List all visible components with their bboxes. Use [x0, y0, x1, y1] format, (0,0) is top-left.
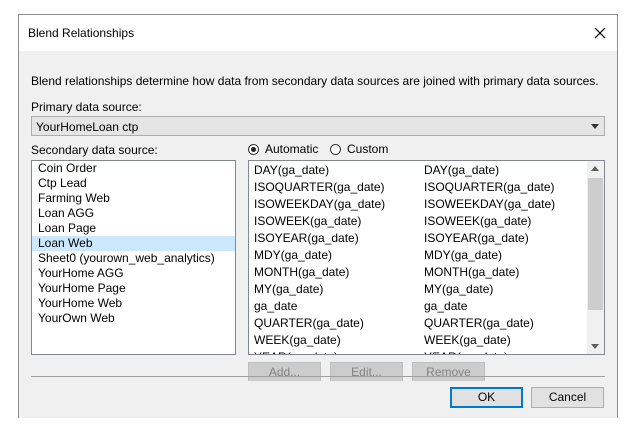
secondary-field: ISOYEAR(ga_date): [424, 231, 529, 245]
close-icon: [594, 27, 606, 39]
ok-button[interactable]: OK: [450, 387, 523, 408]
field-mapping-row[interactable]: DAY(ga_date) DAY(ga_date): [249, 162, 588, 179]
list-item[interactable]: Ctp Lead: [32, 176, 235, 191]
secondary-source-list[interactable]: Coin Order Ctp Lead Farming Web Loan AGG Loa…: [31, 160, 236, 355]
automatic-radio[interactable]: Automatic: [248, 142, 318, 156]
secondary-field: DAY(ga_date): [424, 163, 500, 177]
cancel-button[interactable]: Cancel: [531, 387, 604, 408]
secondary-field: MY(ga_date): [424, 282, 494, 296]
dialog-body: Blend relationships determine how data f…: [19, 51, 617, 383]
secondary-field: ga_date: [424, 299, 468, 313]
secondary-field: ISOWEEKDAY(ga_date): [424, 197, 556, 211]
secondary-field: ISOQUARTER(ga_date): [424, 180, 555, 194]
field-mapping-list[interactable]: YEAR(ga_date)YEAR(ga_date)WEEK(ga_date)W…: [248, 160, 605, 355]
automatic-radio-label: Automatic: [265, 142, 319, 156]
field-mapping-row[interactable]: WEEK(ga_date) WEEK(ga_date): [249, 332, 588, 349]
secondary-field: WEEK(ga_date): [424, 333, 511, 347]
list-item[interactable]: Farming Web: [32, 191, 235, 206]
chevron-down-icon: [591, 124, 599, 129]
separator: [31, 376, 605, 377]
description-text: Blend relationships determine how data f…: [31, 74, 599, 88]
primary-source-value: YourHomeLoan ctp: [36, 120, 139, 134]
list-item[interactable]: YourOwn Web: [32, 311, 235, 326]
primary-field: YEAR(ga_date): [254, 349, 338, 354]
close-button[interactable]: [589, 22, 611, 44]
scroll-down-icon[interactable]: [591, 344, 599, 349]
edit-button[interactable]: Edit...: [330, 362, 403, 383]
dialog-title: Blend Relationships: [28, 26, 135, 40]
field-mapping-row[interactable]: ISOWEEKDAY(ga_date) ISOWEEKDAY(ga_date): [249, 196, 588, 213]
primary-field: MDY(ga_date): [254, 248, 333, 262]
field-mapping-row[interactable]: YEAR(ga_date) YEAR(ga_date): [249, 349, 588, 354]
scrollbar-thumb[interactable]: [588, 178, 603, 310]
field-mapping-row[interactable]: MY(ga_date) MY(ga_date): [249, 281, 588, 298]
list-item[interactable]: YourHome Page: [32, 281, 235, 296]
primary-field: QUARTER(ga_date): [254, 316, 364, 330]
field-mapping-row[interactable]: ISOYEAR(ga_date) ISOYEAR(ga_date): [249, 230, 588, 247]
secondary-field: QUARTER(ga_date): [424, 316, 534, 330]
list-item[interactable]: YourHome AGG: [32, 266, 235, 281]
primary-field: MY(ga_date): [254, 282, 324, 296]
list-item[interactable]: Sheet0 (yourown_web_analytics): [32, 251, 235, 266]
blend-relationships-dialog: Blend Relationships Blend relationships …: [18, 14, 618, 418]
primary-field: ga_date: [254, 299, 298, 313]
dialog-footer: OK Cancel: [19, 381, 617, 418]
primary-source-dropdown[interactable]: YourHomeLoan ctp: [31, 116, 605, 136]
primary-field: ISOQUARTER(ga_date): [254, 180, 385, 194]
primary-field: ISOWEEKDAY(ga_date): [254, 197, 386, 211]
remove-button[interactable]: Remove: [412, 362, 485, 383]
field-mapping-row[interactable]: ISOWEEK(ga_date) ISOWEEK(ga_date): [249, 213, 588, 230]
primary-field: ISOYEAR(ga_date): [254, 231, 359, 245]
list-item[interactable]: Coin Order: [32, 161, 235, 176]
custom-radio-label: Custom: [347, 142, 389, 156]
list-item[interactable]: Loan Page: [32, 221, 235, 236]
primary-field: ISOWEEK(ga_date): [254, 214, 362, 228]
secondary-field: MONTH(ga_date): [424, 265, 520, 279]
vertical-scrollbar[interactable]: [587, 161, 604, 354]
field-mapping-row[interactable]: MONTH(ga_date) MONTH(ga_date): [249, 264, 588, 281]
secondary-field: YEAR(ga_date): [424, 349, 508, 354]
list-item[interactable]: Loan AGG: [32, 206, 235, 221]
secondary-source-label: Secondary data source:: [31, 143, 158, 157]
title-bar: Blend Relationships: [19, 15, 617, 51]
primary-field: DAY(ga_date): [254, 163, 330, 177]
field-mapping-row[interactable]: ga_date ga_date: [249, 298, 588, 315]
radio-unselected-icon: [330, 143, 341, 155]
custom-radio[interactable]: Custom: [330, 142, 388, 156]
scroll-up-icon[interactable]: [591, 166, 599, 171]
primary-field: MONTH(ga_date): [254, 265, 350, 279]
list-item[interactable]: YourHome Web: [32, 296, 235, 311]
field-mapping-row[interactable]: ISOQUARTER(ga_date) ISOQUARTER(ga_date): [249, 179, 588, 196]
primary-source-label: Primary data source:: [31, 100, 142, 114]
add-button[interactable]: Add...: [248, 362, 321, 383]
secondary-field: MDY(ga_date): [424, 248, 503, 262]
primary-field: WEEK(ga_date): [254, 333, 341, 347]
field-mapping-row[interactable]: MDY(ga_date) MDY(ga_date): [249, 247, 588, 264]
radio-selected-icon: [248, 143, 259, 155]
secondary-field: ISOWEEK(ga_date): [424, 214, 532, 228]
list-item[interactable]: Loan Web: [32, 236, 235, 251]
field-mapping-row[interactable]: QUARTER(ga_date) QUARTER(ga_date): [249, 315, 588, 332]
